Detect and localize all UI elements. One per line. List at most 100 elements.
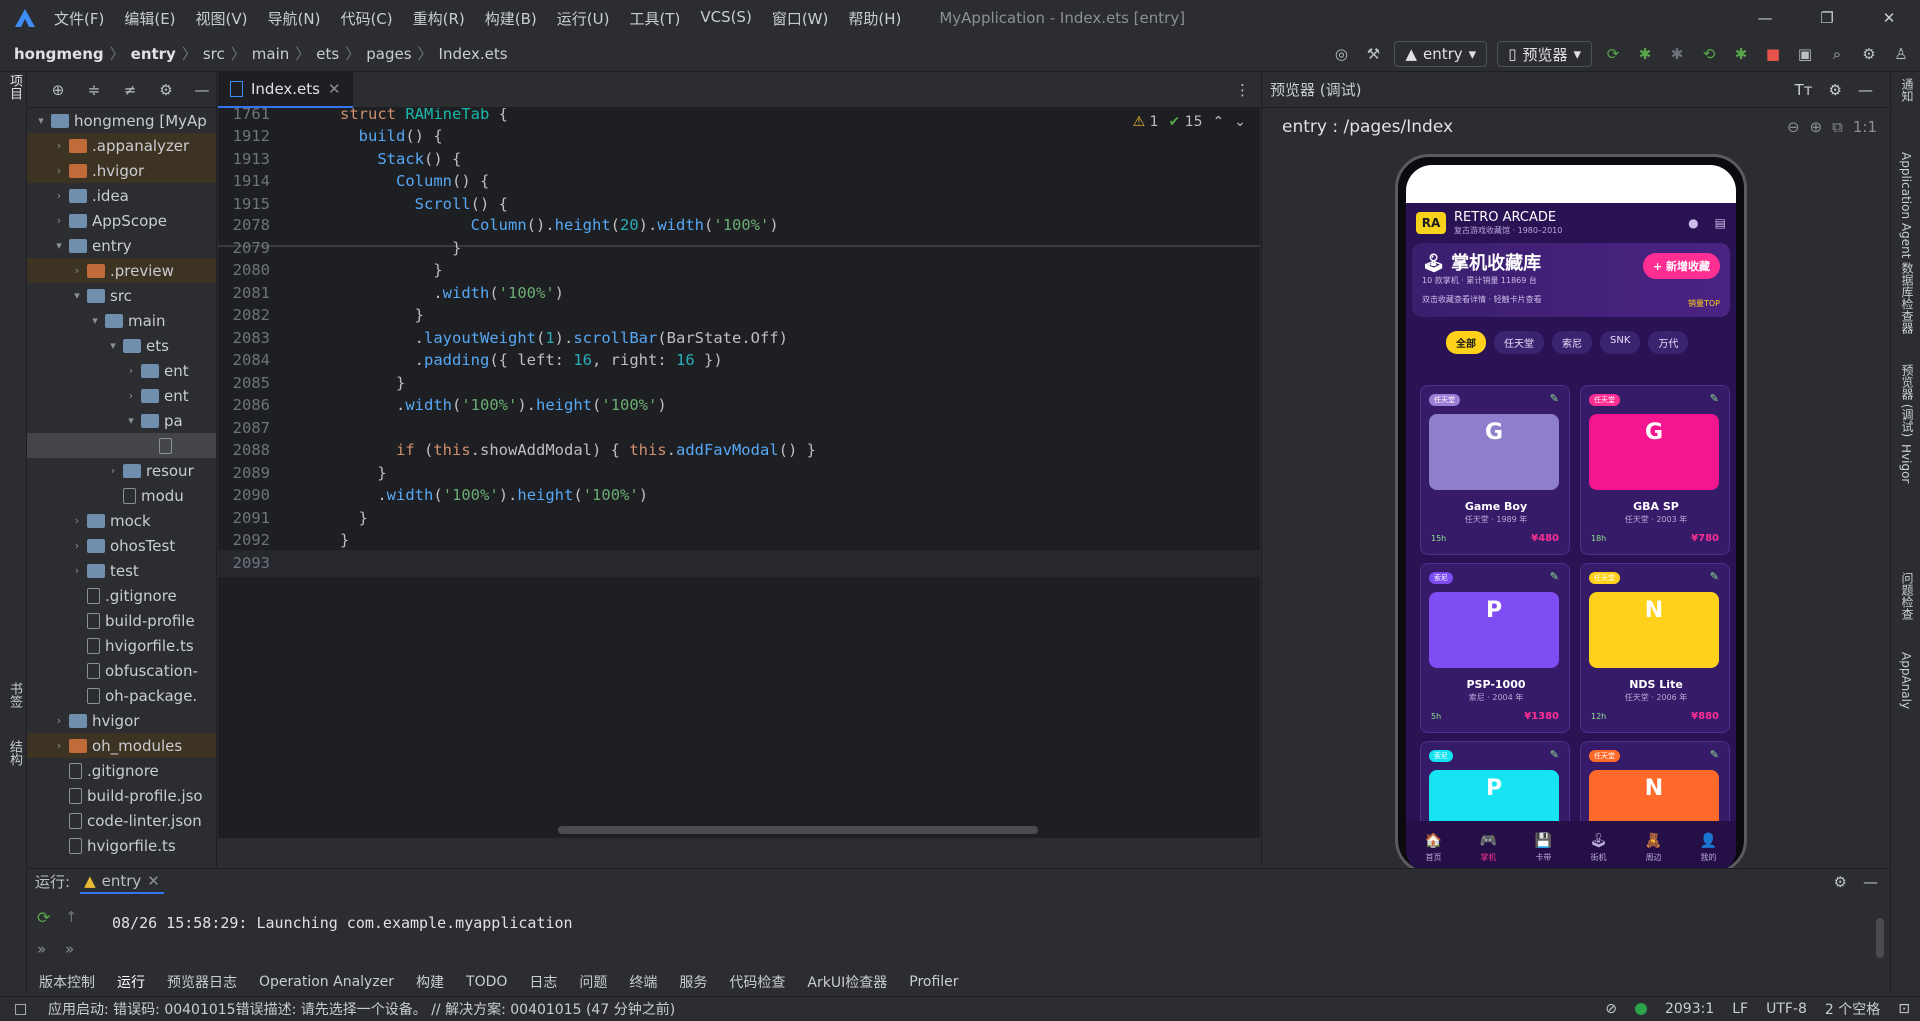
run-tab-entry[interactable]: ▲ entry ✕	[80, 870, 164, 894]
edit-icon[interactable]: ✎	[1710, 570, 1719, 583]
tree-item[interactable]: › resour	[27, 458, 216, 483]
menu-item[interactable]: 窗口(W)	[772, 8, 829, 29]
menu-item[interactable]: 运行(U)	[557, 8, 610, 29]
device-card[interactable]: 任天堂 ✎ N NDS Lite 任天堂 · 2006 年 12h ¥880	[1580, 563, 1730, 733]
nav-item[interactable]: 🎮 掌机	[1480, 833, 1497, 863]
device-card[interactable]: 任天堂 ✎ G GBA SP 任天堂 · 2003 年 18h ¥780	[1580, 385, 1730, 555]
tree-item[interactable]: hvigorfile.ts	[27, 633, 216, 658]
right-tool-tab[interactable]: 通知	[1899, 78, 1916, 102]
tree-item[interactable]: .gitignore	[27, 583, 216, 608]
tool-tab[interactable]: Profiler	[909, 974, 958, 990]
gear-icon[interactable]: ⚙	[155, 79, 177, 101]
lock-icon[interactable]: ⊡	[1898, 1001, 1910, 1017]
daemon-status-icon[interactable]	[1634, 1003, 1647, 1015]
expand-all-icon[interactable]: ≑	[83, 79, 105, 101]
right-tool-tab[interactable]: 问题检查	[1899, 572, 1916, 620]
status-message[interactable]: 应用启动: 错误码: 00401015错误描述: 请先选择一个设备。 // 解决…	[48, 999, 675, 1019]
close-tab-icon[interactable]: ✕	[147, 872, 160, 890]
tree-item[interactable]: ▾ src	[27, 283, 216, 308]
tree-item[interactable]: ▾ entry	[27, 233, 216, 258]
breadcrumb-item[interactable]: entry	[131, 45, 176, 63]
cart-icon[interactable]: ▤	[1715, 216, 1726, 230]
menu-item[interactable]: 重构(R)	[413, 8, 465, 29]
line-separator[interactable]: LF	[1732, 1001, 1748, 1017]
tree-item[interactable]: › oh_modules	[27, 733, 216, 758]
menu-item[interactable]: 文件(F)	[54, 8, 104, 29]
more-icon[interactable]: »	[65, 940, 74, 958]
edit-icon[interactable]: ✎	[1550, 570, 1559, 583]
account-icon[interactable]: ♙	[1890, 43, 1912, 65]
tree-item[interactable]: ▾ ets	[27, 333, 216, 358]
indent-setting[interactable]: 2 个空格	[1825, 999, 1880, 1019]
tool-tab[interactable]: 终端	[629, 972, 657, 992]
edit-icon[interactable]: ✎	[1710, 392, 1719, 405]
tree-item[interactable]: › AppScope	[27, 208, 216, 233]
device-select[interactable]: ▯ 预览器 ▾	[1497, 41, 1592, 67]
maximize-icon[interactable]: ❐	[1796, 0, 1858, 36]
tree-item[interactable]: ▾ pa	[27, 408, 216, 433]
tree-item[interactable]: modu	[27, 483, 216, 508]
tab-index-ets[interactable]: Index.ets ✕	[218, 71, 353, 108]
console-scrollbar[interactable]	[1876, 918, 1884, 958]
tree-item[interactable]: oh-package.	[27, 683, 216, 708]
right-tool-tab[interactable]: Application Agent	[1899, 152, 1913, 258]
filter-chip[interactable]: SNK	[1600, 331, 1641, 354]
collapse-all-icon[interactable]: ≠	[119, 79, 141, 101]
menu-item[interactable]: 工具(T)	[629, 8, 680, 29]
tree-item[interactable]: › .appanalyzer	[27, 133, 216, 158]
apply-changes-icon[interactable]: ⟲	[1698, 43, 1720, 65]
text-size-icon[interactable]: Tт	[1795, 81, 1813, 99]
file-encoding[interactable]: UTF-8	[1766, 1001, 1807, 1017]
right-tool-tab[interactable]: 预览器 (调试)	[1899, 364, 1916, 437]
tool-tab[interactable]: Operation Analyzer	[259, 974, 394, 990]
device-manager-icon[interactable]: ▣	[1794, 43, 1816, 65]
tree-item[interactable]: › mock	[27, 508, 216, 533]
tree-item[interactable]: › .idea	[27, 183, 216, 208]
settings-icon[interactable]: ⚙	[1834, 873, 1847, 891]
settings-icon[interactable]: ⚙	[1858, 43, 1880, 65]
run-config-select[interactable]: ▲ entry ▾	[1394, 41, 1488, 67]
filter-chip[interactable]: 任天堂	[1494, 331, 1544, 354]
close-tab-icon[interactable]: ✕	[328, 80, 341, 98]
edit-icon[interactable]: ✎	[1550, 748, 1559, 761]
more-icon[interactable]: ⋮	[1235, 81, 1250, 99]
tool-tab[interactable]: 日志	[529, 972, 557, 992]
menu-item[interactable]: VCS(S)	[700, 8, 751, 29]
actual-size-icon[interactable]: 1:1	[1853, 118, 1877, 136]
nav-item[interactable]: 👤 我的	[1700, 833, 1717, 863]
edit-icon[interactable]: ✎	[1550, 392, 1559, 405]
nav-item[interactable]: 🧸 周边	[1645, 833, 1662, 863]
settings-icon[interactable]: ⚙	[1829, 81, 1842, 99]
menu-item[interactable]: 导航(N)	[268, 8, 321, 29]
filter-chip[interactable]: 索尼	[1552, 331, 1592, 354]
hide-icon[interactable]: —	[1863, 873, 1878, 891]
menu-item[interactable]: 代码(C)	[340, 8, 392, 29]
target-icon[interactable]: ◎	[1330, 43, 1352, 65]
tree-item[interactable]: build-profile	[27, 608, 216, 633]
device-card[interactable]: 任天堂 ✎ G Game Boy 任天堂 · 1989 年 15h ¥480	[1420, 385, 1570, 555]
tree-item[interactable]: › ent	[27, 383, 216, 408]
hide-icon[interactable]: —	[191, 79, 213, 101]
close-icon[interactable]: ✕	[1858, 0, 1920, 36]
add-favorite-button[interactable]: + 新增收藏	[1642, 253, 1720, 279]
rerun-icon[interactable]: ⟳	[1602, 43, 1624, 65]
menu-item[interactable]: 视图(V)	[196, 8, 248, 29]
menu-item[interactable]: 帮助(H)	[848, 8, 901, 29]
tool-tab[interactable]: 预览器日志	[167, 972, 237, 992]
tool-tab[interactable]: ArkUI检查器	[807, 972, 887, 992]
right-tool-tab[interactable]: 数据库检查器	[1899, 262, 1916, 334]
horizontal-scrollbar[interactable]	[558, 826, 1038, 834]
tree-item[interactable]: ▾ hongmeng [MyAp	[27, 108, 216, 133]
tree-item[interactable]: obfuscation-	[27, 658, 216, 683]
tool-tab[interactable]: 构建	[416, 972, 444, 992]
minimize-icon[interactable]: —	[1734, 0, 1796, 36]
structure-tool-tab[interactable]: 结构	[5, 740, 24, 766]
tool-tab[interactable]: TODO	[466, 974, 507, 990]
menu-item[interactable]: 编辑(E)	[124, 8, 175, 29]
hammer-icon[interactable]: ⚒	[1362, 43, 1384, 65]
breadcrumb-item[interactable]: Index.ets	[439, 45, 508, 63]
tool-tab[interactable]: 代码检查	[729, 972, 785, 992]
debug-icon[interactable]: ✱	[1634, 43, 1656, 65]
breadcrumb-item[interactable]: pages	[366, 45, 411, 63]
device-card[interactable]: 索尼 ✎ P PSP-1000 索尼 · 2004 年 5h ¥1380	[1420, 563, 1570, 733]
